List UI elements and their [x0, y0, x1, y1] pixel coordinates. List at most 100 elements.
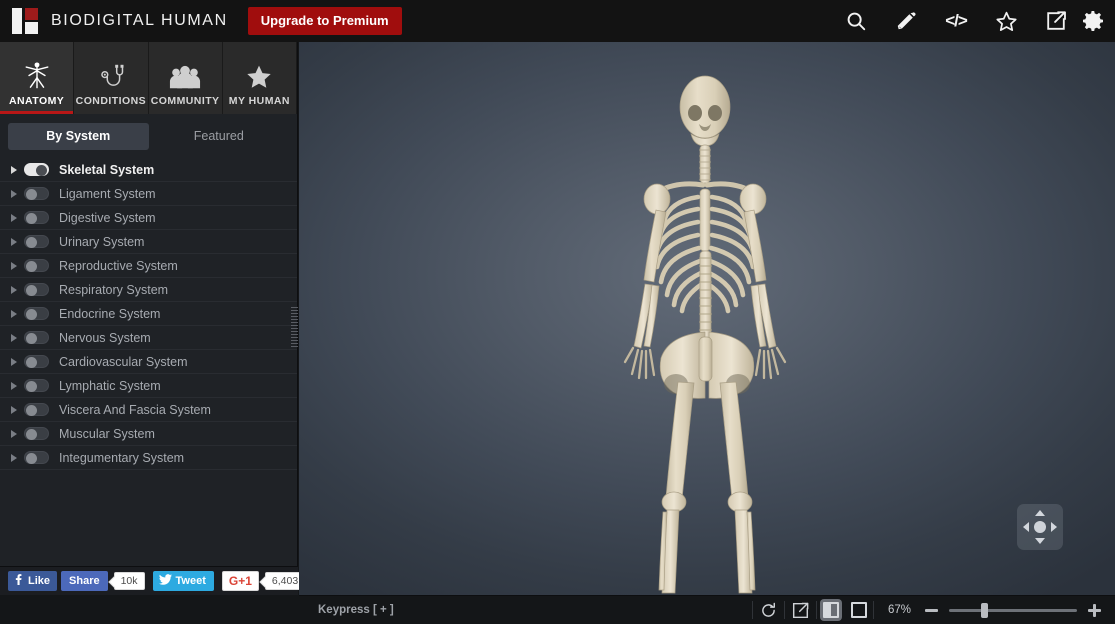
- zoom-out-button[interactable]: [925, 608, 938, 612]
- tab-my-human-label: MY HUMAN: [228, 95, 290, 107]
- expand-arrow-icon[interactable]: [11, 333, 17, 342]
- left-sidebar: ANATOMY CONDITIONS COMMUNITY MY HUMAN By…: [0, 42, 306, 595]
- system-label: Digestive System: [59, 210, 156, 225]
- system-list: Skeletal System Ligament System Digestive …: [0, 158, 297, 590]
- system-row[interactable]: Lymphatic System: [0, 374, 297, 398]
- system-visibility-toggle[interactable]: [24, 211, 49, 224]
- system-label: Nervous System: [59, 330, 151, 345]
- tab-by-system[interactable]: By System: [8, 123, 149, 150]
- expand-arrow-icon[interactable]: [11, 405, 17, 414]
- expand-arrow-icon[interactable]: [11, 453, 17, 462]
- panel-layout-full-button[interactable]: [845, 596, 873, 624]
- expand-arrow-icon[interactable]: [11, 429, 17, 438]
- system-visibility-toggle[interactable]: [24, 427, 49, 440]
- logo-red-square-shape: [25, 8, 38, 20]
- upgrade-to-premium-button[interactable]: Upgrade to Premium: [247, 7, 402, 35]
- system-row[interactable]: Endocrine System: [0, 302, 297, 326]
- toggle-knob: [26, 357, 37, 368]
- navpad-left-icon[interactable]: [1023, 522, 1029, 532]
- pencil-icon[interactable]: [881, 0, 931, 42]
- toggle-knob: [36, 165, 47, 176]
- system-visibility-toggle[interactable]: [24, 307, 49, 320]
- google-plus-one-button[interactable]: G+1: [221, 571, 259, 591]
- toggle-knob: [26, 213, 37, 224]
- bottom-toolbar: Keypress [ + ] 67%: [299, 595, 1115, 624]
- expand-arrow-icon[interactable]: [11, 381, 17, 390]
- system-visibility-toggle[interactable]: [24, 355, 49, 368]
- system-visibility-toggle[interactable]: [24, 331, 49, 344]
- facebook-share-button[interactable]: Share: [61, 571, 108, 591]
- expand-arrow-icon[interactable]: [11, 165, 17, 174]
- biodigital-human-app: BIODIGITAL HUMAN Upgrade to Premium </>: [0, 0, 1115, 624]
- system-visibility-toggle[interactable]: [24, 451, 49, 464]
- refresh-icon[interactable]: [753, 596, 784, 624]
- system-label: Integumentary System: [59, 450, 185, 465]
- toggle-knob: [26, 261, 37, 272]
- expand-arrow-icon[interactable]: [11, 285, 17, 294]
- system-visibility-toggle[interactable]: [24, 259, 49, 272]
- expand-arrow-icon[interactable]: [11, 237, 17, 246]
- system-row[interactable]: Nervous System: [0, 326, 297, 350]
- tab-conditions[interactable]: CONDITIONS: [74, 42, 149, 114]
- navpad-up-icon[interactable]: [1035, 510, 1045, 516]
- system-row[interactable]: Digestive System: [0, 206, 297, 230]
- system-row[interactable]: Cardiovascular System: [0, 350, 297, 374]
- navpad-down-icon[interactable]: [1035, 538, 1045, 544]
- zoom-slider-track[interactable]: [949, 602, 1077, 618]
- tweet-label: Tweet: [175, 575, 206, 587]
- panel-layout-split-button[interactable]: [819, 599, 842, 621]
- system-visibility-toggle[interactable]: [24, 283, 49, 296]
- expand-arrow-icon[interactable]: [11, 261, 17, 270]
- people-icon: [169, 60, 201, 90]
- system-row[interactable]: Integumentary System: [0, 446, 297, 470]
- system-row[interactable]: Respiratory System: [0, 278, 297, 302]
- 3d-model-viewport[interactable]: [299, 42, 1115, 595]
- tweet-button[interactable]: Tweet: [152, 571, 214, 591]
- search-icon[interactable]: [831, 0, 881, 42]
- navpad-right-icon[interactable]: [1051, 522, 1057, 532]
- navpad-center-icon[interactable]: [1034, 521, 1046, 533]
- zoom-slider-handle[interactable]: [980, 602, 988, 618]
- system-row[interactable]: Viscera And Fascia System: [0, 398, 297, 422]
- tab-featured[interactable]: Featured: [149, 123, 290, 150]
- system-visibility-toggle[interactable]: [24, 379, 49, 392]
- expand-arrow-icon[interactable]: [11, 309, 17, 318]
- gear-icon[interactable]: [1081, 0, 1115, 42]
- expand-arrow-icon[interactable]: [11, 357, 17, 366]
- star-icon[interactable]: [981, 0, 1031, 42]
- sidebar-resize-handle[interactable]: [291, 307, 298, 347]
- system-row[interactable]: Reproductive System: [0, 254, 297, 278]
- system-label: Respiratory System: [59, 282, 169, 297]
- zoom-in-button[interactable]: [1088, 603, 1101, 617]
- system-row[interactable]: Muscular System: [0, 422, 297, 446]
- navigation-pad[interactable]: [1017, 504, 1063, 550]
- code-icon[interactable]: </>: [931, 0, 981, 42]
- toggle-knob: [26, 453, 37, 464]
- tab-my-human[interactable]: MY HUMAN: [222, 42, 297, 114]
- system-visibility-toggle[interactable]: [24, 403, 49, 416]
- system-row[interactable]: Urinary System: [0, 230, 297, 254]
- system-visibility-toggle[interactable]: [24, 235, 49, 248]
- facebook-like-button[interactable]: Like: [8, 571, 58, 591]
- system-visibility-toggle[interactable]: [24, 163, 49, 176]
- brand-title: BIODIGITAL HUMAN: [51, 12, 228, 29]
- system-row[interactable]: Ligament System: [0, 182, 297, 206]
- top-header: BIODIGITAL HUMAN Upgrade to Premium </>: [0, 0, 1115, 42]
- expand-arrow-icon[interactable]: [11, 213, 17, 222]
- toggle-knob: [26, 285, 37, 296]
- skeleton-model: [623, 75, 787, 594]
- tab-community[interactable]: COMMUNITY: [148, 42, 223, 114]
- system-label: Cardiovascular System: [59, 354, 188, 369]
- tab-anatomy[interactable]: ANATOMY: [0, 42, 75, 114]
- expand-arrow-icon[interactable]: [11, 189, 17, 198]
- facebook-icon: [13, 574, 24, 588]
- facebook-share-count: 10k: [113, 572, 145, 590]
- system-visibility-toggle[interactable]: [24, 187, 49, 200]
- popout-icon[interactable]: [785, 596, 816, 624]
- toggle-knob: [26, 333, 37, 344]
- brand-logo[interactable]: BIODIGITAL HUMAN: [12, 8, 228, 34]
- stethoscope-icon: [96, 60, 126, 90]
- share-icon[interactable]: [1031, 0, 1081, 42]
- system-row[interactable]: Skeletal System: [0, 158, 297, 182]
- toggle-knob: [26, 237, 37, 248]
